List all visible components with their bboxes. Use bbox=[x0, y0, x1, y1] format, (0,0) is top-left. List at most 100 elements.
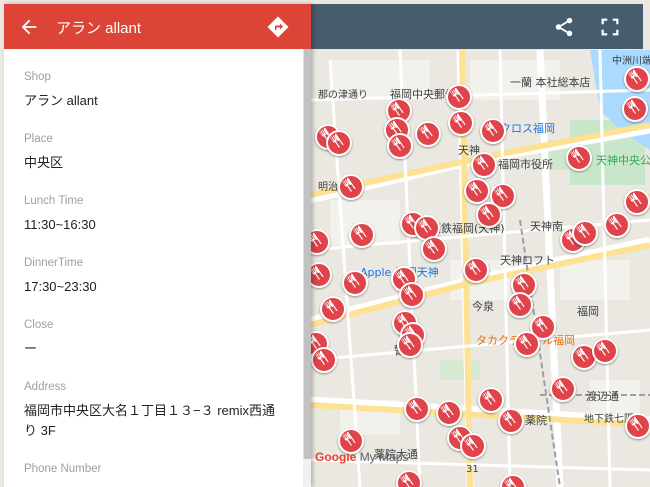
map-label-tower: 福岡 bbox=[577, 305, 599, 318]
restaurant-icon bbox=[324, 299, 338, 314]
restaurant-icon bbox=[342, 431, 356, 446]
restaurant-icon bbox=[575, 347, 589, 362]
restaurant-pin[interactable] bbox=[471, 152, 497, 178]
restaurant-icon bbox=[626, 99, 640, 114]
detail-label: DinnerTime bbox=[24, 257, 84, 269]
details-list: Shop アラン allant Place 中央区 Lunch Time 11:30~16… bbox=[4, 49, 301, 487]
restaurant-pin[interactable] bbox=[320, 296, 346, 322]
restaurant-pin[interactable] bbox=[311, 347, 337, 373]
restaurant-pin[interactable] bbox=[436, 400, 462, 426]
detail-label: Place bbox=[24, 133, 53, 145]
map-label-city-hall: 福岡市役所 bbox=[498, 158, 553, 171]
restaurant-pin[interactable] bbox=[446, 84, 472, 110]
restaurant-icon bbox=[494, 186, 508, 201]
restaurant-icon bbox=[342, 177, 356, 192]
map-label-cross: クロス福岡 bbox=[500, 122, 555, 135]
restaurant-pin[interactable] bbox=[460, 433, 486, 459]
restaurant-pin[interactable] bbox=[476, 202, 502, 228]
directions-icon[interactable] bbox=[266, 15, 290, 39]
restaurant-icon bbox=[554, 379, 568, 394]
restaurant-icon bbox=[504, 477, 518, 487]
restaurant-pin[interactable] bbox=[342, 270, 368, 296]
detail-value: 092-753-9155 bbox=[24, 483, 281, 487]
restaurant-icon bbox=[400, 473, 414, 487]
restaurant-pin[interactable] bbox=[480, 118, 506, 144]
panel-header: アラン allant bbox=[4, 4, 311, 49]
restaurant-pin[interactable] bbox=[404, 396, 430, 422]
restaurant-pin[interactable] bbox=[463, 257, 489, 283]
restaurant-icon bbox=[518, 334, 532, 349]
restaurant-pin[interactable] bbox=[624, 66, 650, 92]
restaurant-pin[interactable] bbox=[397, 332, 423, 358]
restaurant-icon bbox=[475, 155, 489, 170]
restaurant-pin[interactable] bbox=[349, 222, 375, 248]
restaurant-icon bbox=[608, 215, 622, 230]
map-label-loft: 天神ロフト bbox=[500, 254, 555, 267]
restaurant-icon bbox=[403, 285, 417, 300]
details-panel: アラン allant Shop アラン allant Place 中央区 Lunch T… bbox=[4, 4, 311, 487]
detail-field: Phone Number 092-753-9155 bbox=[24, 463, 281, 487]
app-root: 一蘭 本社総本店 福岡中央郵便局 クロス福岡 天神中央公園 天神 福岡市役所 天… bbox=[0, 0, 650, 487]
arrow-left-icon[interactable] bbox=[18, 16, 40, 38]
restaurant-pin[interactable] bbox=[566, 145, 592, 171]
restaurant-pin[interactable] bbox=[498, 408, 524, 434]
map-label-route: 31 bbox=[466, 464, 479, 475]
restaurant-icon bbox=[315, 350, 329, 365]
restaurant-icon bbox=[464, 436, 478, 451]
restaurant-icon bbox=[467, 260, 481, 275]
detail-field: Close ー bbox=[24, 319, 281, 359]
restaurant-icon bbox=[480, 205, 494, 220]
detail-field: Shop アラン allant bbox=[24, 71, 281, 111]
restaurant-pin[interactable] bbox=[415, 121, 441, 147]
map-label-yakuin: 薬院 bbox=[525, 414, 547, 427]
restaurant-pin[interactable] bbox=[604, 212, 630, 238]
detail-field: Lunch Time 11:30~16:30 bbox=[24, 195, 281, 235]
my-maps-label: My Maps bbox=[359, 450, 409, 464]
restaurant-pin[interactable] bbox=[592, 338, 618, 364]
restaurant-icon bbox=[353, 225, 367, 240]
restaurant-pin[interactable] bbox=[387, 133, 413, 159]
restaurant-pin[interactable] bbox=[338, 428, 364, 454]
restaurant-pin[interactable] bbox=[572, 220, 598, 246]
restaurant-icon bbox=[576, 223, 590, 238]
restaurant-pin[interactable] bbox=[624, 189, 650, 215]
detail-label: Lunch Time bbox=[24, 195, 84, 207]
restaurant-icon bbox=[515, 275, 529, 290]
restaurant-pin[interactable] bbox=[326, 130, 352, 156]
restaurant-pin[interactable] bbox=[622, 96, 648, 122]
detail-value: 中央区 bbox=[24, 155, 64, 170]
restaurant-pin[interactable] bbox=[625, 413, 650, 439]
detail-value: アラン allant bbox=[24, 93, 98, 108]
restaurant-icon bbox=[401, 335, 415, 350]
map-attribution: Google My Maps bbox=[315, 450, 408, 464]
restaurant-icon bbox=[390, 101, 404, 116]
detail-field: DinnerTime 17:30~23:30 bbox=[24, 257, 281, 297]
fullscreen-icon[interactable] bbox=[599, 16, 621, 38]
restaurant-icon bbox=[484, 121, 498, 136]
restaurant-pin[interactable] bbox=[514, 331, 540, 357]
detail-label: Shop bbox=[24, 71, 51, 83]
map-label-nakasu: 中洲川端 bbox=[612, 56, 650, 67]
share-icon[interactable] bbox=[553, 16, 575, 38]
restaurant-icon bbox=[482, 390, 496, 405]
map-label-tenjin-park: 天神中央公園 bbox=[596, 154, 650, 167]
restaurant-icon bbox=[419, 124, 433, 139]
scrollbar-thumb[interactable] bbox=[303, 49, 311, 459]
map-label-ichiran: 一蘭 本社総本店 bbox=[510, 76, 591, 89]
restaurant-pin[interactable] bbox=[507, 292, 533, 318]
detail-value: 福岡市中央区大名１丁目１３−３ remix西通り 3F bbox=[24, 403, 275, 438]
restaurant-pin[interactable] bbox=[464, 178, 490, 204]
restaurant-icon bbox=[452, 113, 466, 128]
detail-value: 11:30~16:30 bbox=[24, 217, 96, 232]
restaurant-icon bbox=[570, 148, 584, 163]
restaurant-pin[interactable] bbox=[550, 376, 576, 402]
restaurant-pin[interactable] bbox=[448, 110, 474, 136]
restaurant-icon bbox=[418, 218, 432, 233]
map-toolbar bbox=[310, 4, 643, 49]
restaurant-icon bbox=[534, 317, 548, 332]
map-label-imaizumi: 今泉 bbox=[472, 300, 494, 313]
restaurant-icon bbox=[425, 239, 439, 254]
restaurant-pin[interactable] bbox=[421, 236, 447, 262]
restaurant-pin[interactable] bbox=[399, 282, 425, 308]
restaurant-pin[interactable] bbox=[338, 174, 364, 200]
